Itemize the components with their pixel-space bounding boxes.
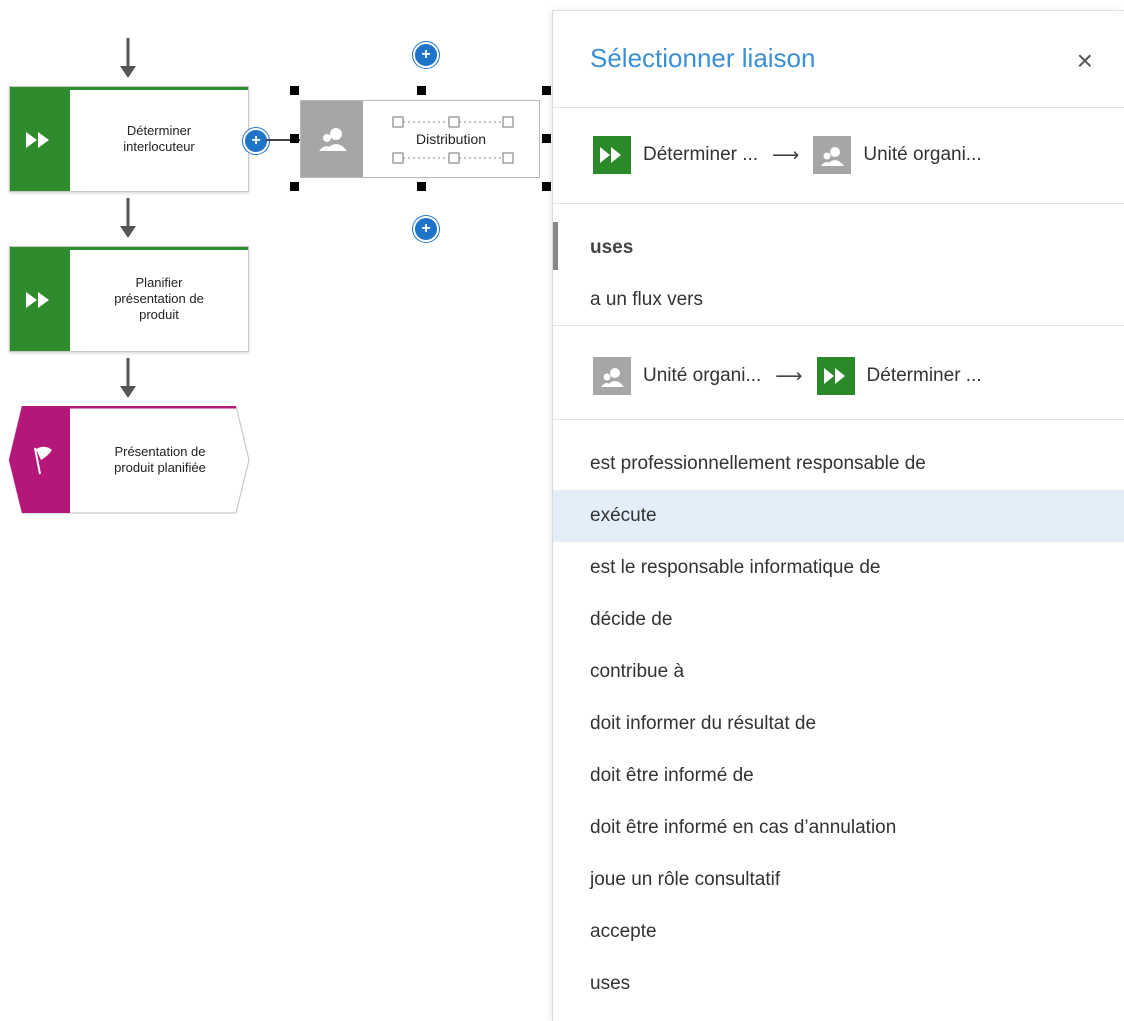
group-people-icon	[593, 357, 631, 395]
function-band	[10, 87, 70, 191]
selection-handle[interactable]	[417, 86, 426, 95]
relation-source-label: Déterminer ...	[643, 144, 759, 165]
double-chevron-right-icon	[26, 132, 49, 148]
connection-option[interactable]: est le responsable informatique de	[553, 542, 1124, 594]
selection-handle[interactable]	[542, 86, 551, 95]
event-label: Présentation de produit planifiée	[114, 444, 206, 475]
connection-option[interactable]: doit être informé de	[553, 750, 1124, 802]
select-connection-panel: Sélectionner liaison × Déterminer ... ⟶ …	[552, 10, 1124, 1021]
org-unit-band	[301, 101, 363, 177]
relation-header-function-to-org: Déterminer ... ⟶ Unité organi...	[593, 135, 992, 175]
relation-target-label: Déterminer ...	[866, 365, 982, 386]
relation-header-org-to-function: Unité organi... ⟶ Déterminer ...	[593, 356, 992, 396]
long-arrow-right-icon: ⟶	[775, 365, 803, 387]
connection-option[interactable]: uses	[553, 958, 1124, 1010]
function-shape-determiner[interactable]: Déterminer interlocuteur	[9, 86, 249, 192]
text-resize-handles	[392, 116, 514, 164]
long-arrow-right-icon: ⟶	[772, 144, 800, 166]
selection-handle[interactable]	[542, 134, 551, 143]
connection-option[interactable]: joue un rôle consultatif	[553, 854, 1124, 906]
divider	[553, 325, 1124, 326]
flow-arrow	[120, 358, 136, 398]
connection-option-uses[interactable]: uses	[553, 222, 1124, 274]
connection-option[interactable]: doit être informé en cas d’annulation	[553, 802, 1124, 854]
selection-handle[interactable]	[290, 86, 299, 95]
relation-source-label: Unité organi...	[643, 365, 762, 386]
flow-arrow	[120, 198, 136, 238]
model-canvas[interactable]: Déterminer interlocuteur + + Distributio…	[0, 0, 552, 1020]
function-label: Déterminer interlocuteur	[123, 123, 195, 154]
double-chevron-right-icon	[816, 357, 855, 395]
function-label: Planifier présentation de produit	[114, 275, 204, 322]
function-shape-planifier[interactable]: Planifier présentation de produit	[9, 246, 249, 352]
relation-target-label: Unité organi...	[863, 144, 982, 165]
panel-title: Sélectionner liaison	[590, 43, 816, 73]
selection-handle[interactable]	[290, 182, 299, 191]
selection-handle[interactable]	[542, 182, 551, 191]
add-below-button[interactable]: +	[413, 216, 439, 242]
divider	[553, 419, 1124, 420]
connection-option-flux[interactable]: a un flux vers	[553, 274, 1124, 326]
plus-icon: +	[421, 46, 431, 63]
selection-handle[interactable]	[417, 182, 426, 191]
plus-icon: +	[251, 132, 261, 149]
double-chevron-right-icon	[26, 292, 49, 308]
divider	[553, 203, 1124, 204]
connection-option[interactable]: décide de	[553, 594, 1124, 646]
close-icon: ×	[1076, 45, 1093, 76]
flow-arrow	[120, 38, 136, 78]
plus-icon: +	[421, 220, 431, 237]
group-people-icon	[319, 128, 347, 151]
connection-option-hovered[interactable]: exécute	[553, 490, 1124, 542]
function-band	[10, 247, 70, 351]
connection-option[interactable]: contribue à	[553, 646, 1124, 698]
double-chevron-right-icon	[593, 136, 631, 174]
org-unit-shape-distribution[interactable]: Distribution	[300, 100, 540, 178]
connection-option[interactable]: accepte	[553, 906, 1124, 958]
close-button[interactable]: ×	[1077, 47, 1093, 75]
add-above-button[interactable]: +	[413, 42, 439, 68]
connection-option[interactable]: est professionnellement responsable de	[553, 438, 1124, 490]
divider	[553, 107, 1124, 108]
selection-handle[interactable]	[290, 134, 299, 143]
group-people-icon	[813, 136, 852, 174]
connection-option[interactable]: doit informer du résultat de	[553, 698, 1124, 750]
